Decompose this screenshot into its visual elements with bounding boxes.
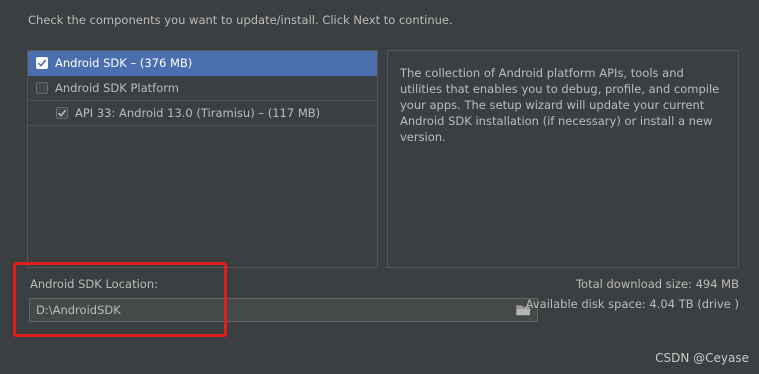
sdk-components-setup-page: Check the components you want to update/… bbox=[0, 0, 759, 374]
checkbox-android-sdk-platform[interactable] bbox=[36, 82, 48, 94]
watermark-text: CSDN @Ceyase bbox=[655, 351, 749, 365]
component-row-android-sdk-platform[interactable]: Android SDK Platform bbox=[28, 76, 377, 101]
checkbox-api-33[interactable] bbox=[56, 107, 68, 119]
components-list: Android SDK – (376 MB) Android SDK Platf… bbox=[27, 50, 378, 268]
checkbox-android-sdk[interactable] bbox=[36, 57, 48, 69]
total-download-size: Total download size: 494 MB bbox=[575, 277, 739, 291]
component-label: Android SDK – (376 MB) bbox=[55, 56, 193, 70]
check-icon bbox=[57, 109, 67, 117]
component-row-android-sdk[interactable]: Android SDK – (376 MB) bbox=[28, 51, 377, 76]
sdk-location-input[interactable] bbox=[30, 299, 510, 321]
component-label: Android SDK Platform bbox=[55, 81, 179, 95]
sdk-location-label: Android SDK Location: bbox=[30, 277, 158, 291]
component-label: API 33: Android 13.0 (Tiramisu) – (117 M… bbox=[75, 106, 321, 120]
sdk-location-field bbox=[29, 298, 538, 322]
component-row-api-33[interactable]: API 33: Android 13.0 (Tiramisu) – (117 M… bbox=[28, 101, 377, 126]
component-description: The collection of Android platform APIs,… bbox=[387, 50, 739, 268]
check-icon bbox=[37, 59, 47, 67]
instructions-text: Check the components you want to update/… bbox=[28, 13, 453, 27]
available-disk-space: Available disk space: 4.04 TB (drive ) bbox=[525, 297, 739, 311]
